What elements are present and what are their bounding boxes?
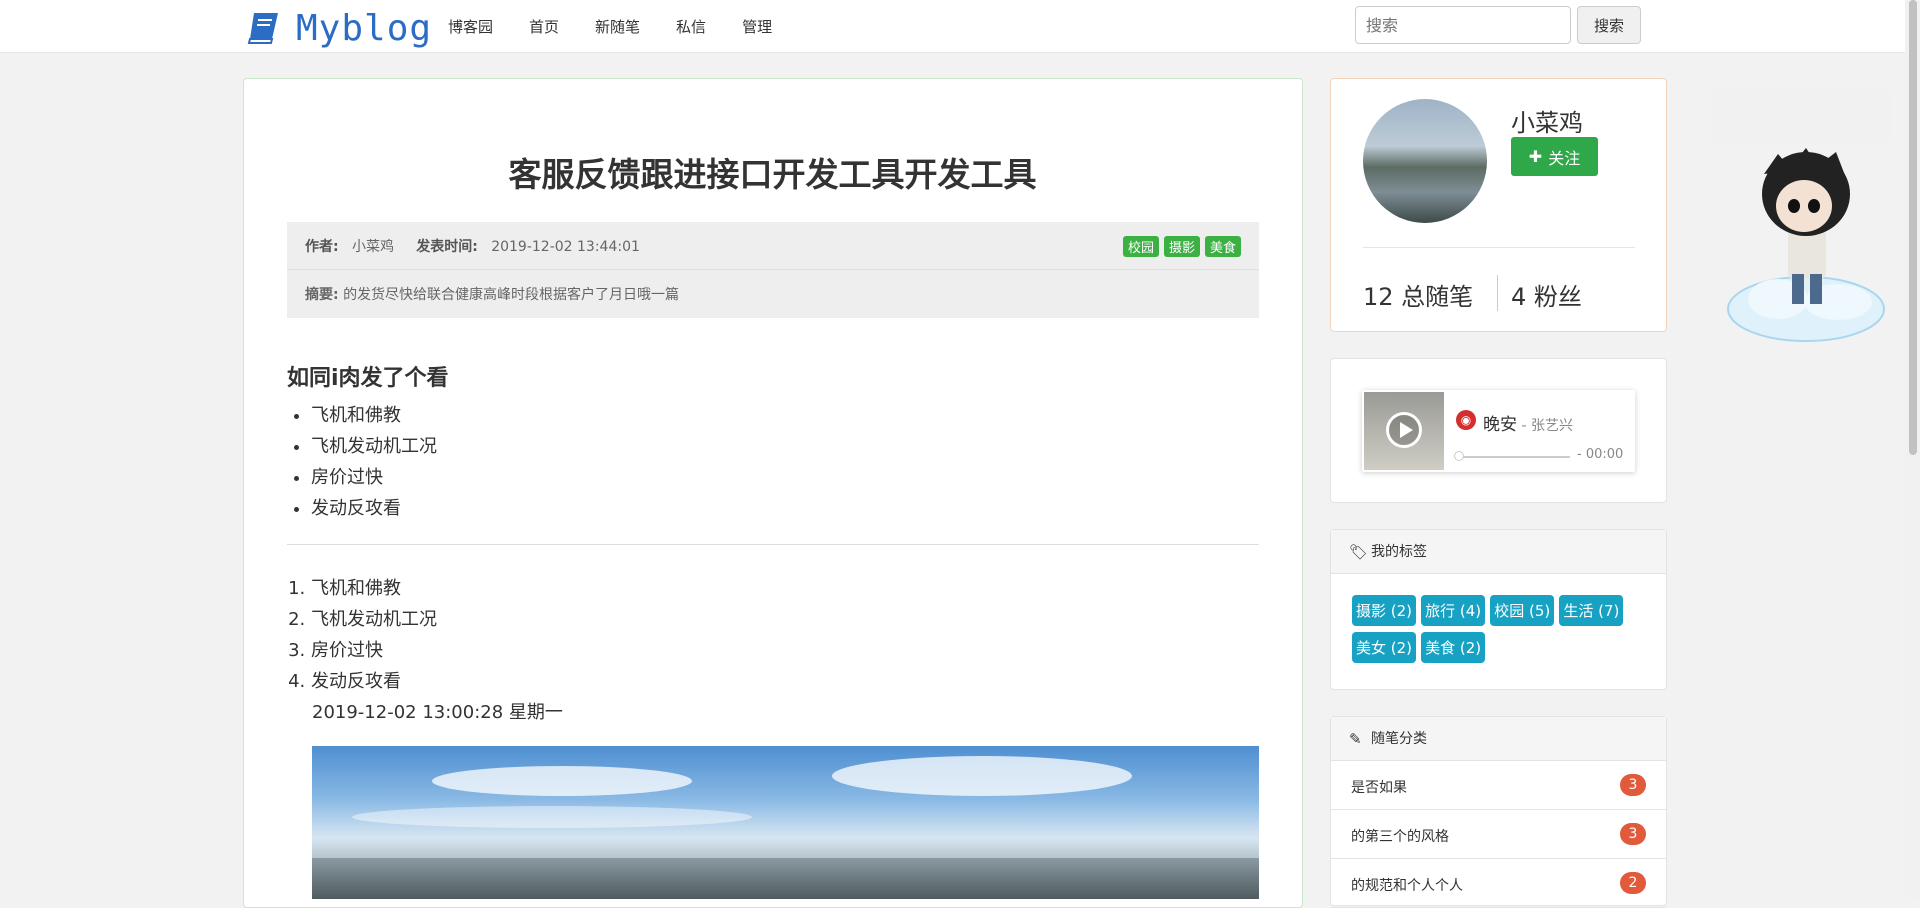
nav-manage[interactable]: 管理 [742, 16, 772, 37]
tags-title: 我的标签 [1371, 544, 1427, 560]
bullet-list: 飞机和佛教 飞机发动机工况 房价过快 发动反攻看 [287, 400, 1259, 524]
follow-label: 关注 [1548, 148, 1581, 168]
book-icon [247, 13, 278, 44]
play-icon[interactable] [1386, 412, 1422, 448]
tag-link[interactable]: 旅行 (4) [1421, 595, 1486, 626]
brand-name: Myblog [296, 7, 433, 49]
profile-card: 小菜鸡 ✚ 关注 12 总随笔 4 粉丝 [1330, 78, 1667, 332]
song-artist: - 张艺兴 [1517, 418, 1573, 434]
list-item: 发动反攻看 [311, 493, 1259, 524]
avatar[interactable] [1363, 99, 1487, 223]
tag-link[interactable]: 生活 (7) [1559, 595, 1624, 626]
article-tags: 校园 摄影 美食 [1122, 236, 1241, 257]
summary-label: 摘要: [305, 287, 339, 303]
list-item: 房价过快 [311, 635, 1259, 666]
ordered-list: 飞机和佛教 飞机发动机工况 房价过快 发动反攻看 [287, 573, 1259, 697]
brand-logo[interactable]: Myblog [246, 7, 433, 49]
scrollbar-thumb[interactable] [1909, 0, 1917, 455]
meta-divider [287, 269, 1259, 270]
article-summary: 摘要: 的发货尽快给联合健康高峰时段根据客户了月日哦一篇 [305, 284, 679, 304]
list-item: 飞机和佛教 [311, 400, 1259, 431]
list-item: 飞机和佛教 [311, 573, 1259, 604]
article-photo [312, 746, 1259, 899]
category-label: 的规范和个人个人 [1351, 878, 1463, 894]
search-button[interactable]: 搜索 [1577, 6, 1641, 44]
list-item: 发动反攻看 [311, 666, 1259, 697]
time-label: 发表时间: [416, 239, 478, 255]
progress-bar[interactable] [1456, 456, 1570, 458]
follow-button[interactable]: ✚ 关注 [1511, 137, 1598, 176]
article-tag[interactable]: 摄影 [1163, 236, 1200, 257]
tag-list: 摄影 (2) 旅行 (4) 校园 (5) 生活 (7) 美女 (2) 美食 (2… [1352, 595, 1652, 669]
music-card: ◉ 晚安 - 张艺兴 - 00:00 [1330, 358, 1667, 503]
nav-messages[interactable]: 私信 [676, 16, 706, 37]
category-count: 3 [1620, 823, 1646, 845]
publish-time: 2019-12-02 13:44:01 [491, 239, 640, 255]
category-count: 2 [1620, 872, 1646, 894]
tag-link[interactable]: 摄影 (2) [1352, 595, 1417, 626]
article-tag[interactable]: 美食 [1204, 236, 1241, 257]
search-input[interactable] [1355, 6, 1571, 44]
profile-divider [1363, 247, 1635, 248]
category-label: 是否如果 [1351, 780, 1407, 796]
categories-title: 随笔分类 [1371, 731, 1427, 747]
music-player: ◉ 晚安 - 张艺兴 - 00:00 [1362, 390, 1635, 472]
pencil-icon: ✎ [1349, 730, 1362, 748]
stat-divider [1497, 275, 1498, 311]
content-datetime: 2019-12-02 13:00:28 星期一 [312, 702, 563, 723]
list-item: 飞机发动机工况 [311, 431, 1259, 462]
tag-link[interactable]: 美食 (2) [1421, 632, 1486, 663]
nav-new-post[interactable]: 新随笔 [595, 16, 640, 37]
article-meta: 作者: 小菜鸡 发表时间: 2019-12-02 13:44:01 校园 摄影 … [287, 222, 1259, 318]
meta-author-time: 作者: 小菜鸡 发表时间: 2019-12-02 13:44:01 [305, 236, 640, 256]
fans-stat[interactable]: 4 粉丝 [1511, 277, 1582, 312]
nav-home[interactable]: 首页 [529, 16, 559, 37]
list-item: 房价过快 [311, 462, 1259, 493]
song-info: 晚安 - 张艺兴 [1483, 410, 1573, 435]
top-navbar: Myblog 博客园 首页 新随笔 私信 管理 搜索 [0, 0, 1905, 53]
article-content: 如同i肉发了个看 飞机和佛教 飞机发动机工况 房价过快 发动反攻看 飞机和佛教 … [287, 360, 1259, 728]
tags-header: 🏷 我的标签 [1331, 530, 1666, 574]
tag-link[interactable]: 校园 (5) [1490, 595, 1555, 626]
mascot-image[interactable] [1718, 134, 1888, 354]
article-tag[interactable]: 校园 [1122, 236, 1159, 257]
song-title: 晚安 [1483, 415, 1517, 435]
plus-icon: ✚ [1528, 147, 1543, 166]
netease-icon: ◉ [1456, 410, 1476, 430]
category-item[interactable]: 的规范和个人个人 2 [1331, 859, 1666, 908]
categories-header: ✎ 随笔分类 [1331, 717, 1666, 761]
profile-name: 小菜鸡 [1511, 109, 1583, 137]
posts-stat[interactable]: 12 总随笔 [1363, 277, 1473, 312]
tags-icon: 🏷 [1349, 543, 1369, 561]
categories-card: ✎ 随笔分类 是否如果 3 的第三个的风格 3 的规范和个人个人 2 [1330, 716, 1667, 908]
author-label: 作者: [305, 239, 339, 255]
tag-link[interactable]: 美女 (2) [1352, 632, 1417, 663]
summary-text: 的发货尽快给联合健康高峰时段根据客户了月日哦一篇 [343, 287, 680, 303]
content-divider [287, 544, 1259, 545]
list-item: 飞机发动机工况 [311, 604, 1259, 635]
nav-cnblogs[interactable]: 博客园 [448, 16, 493, 37]
content-heading: 如同i肉发了个看 [287, 366, 449, 391]
category-count: 3 [1620, 774, 1646, 796]
album-cover [1364, 392, 1444, 470]
article-title: 客服反馈跟进接口开发工具开发工具 [508, 155, 1037, 194]
category-label: 的第三个的风格 [1351, 829, 1449, 845]
category-item[interactable]: 是否如果 3 [1331, 761, 1666, 810]
tags-card: 🏷 我的标签 摄影 (2) 旅行 (4) 校园 (5) 生活 (7) 美女 (2… [1330, 529, 1667, 690]
author-name[interactable]: 小菜鸡 [352, 239, 394, 255]
progress-knob[interactable] [1454, 451, 1464, 461]
category-item[interactable]: 的第三个的风格 3 [1331, 810, 1666, 859]
main-nav: 博客园 首页 新随笔 私信 管理 [448, 16, 808, 37]
play-time: - 00:00 [1577, 447, 1624, 462]
